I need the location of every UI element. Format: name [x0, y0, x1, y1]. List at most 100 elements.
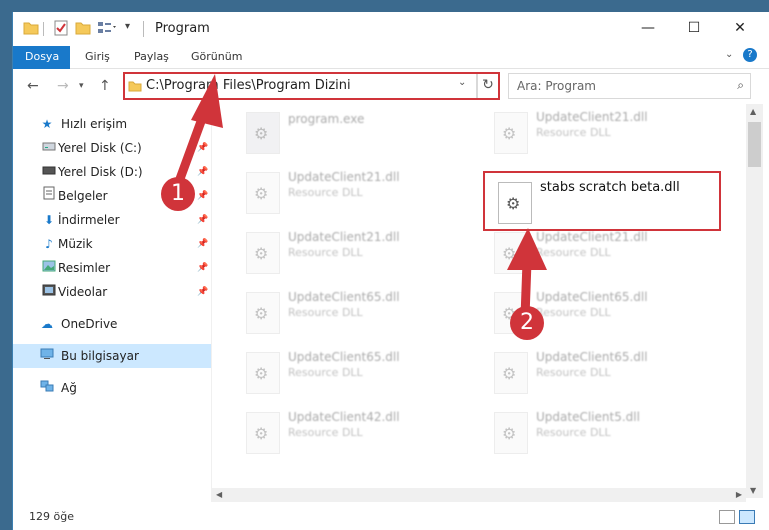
nav-label: Ağ: [61, 381, 77, 395]
nav-this-pc[interactable]: Bu bilgisayar: [13, 344, 211, 368]
scroll-right-icon[interactable]: ▶: [736, 490, 742, 499]
ribbon-tabs: Dosya Giriş Paylaş Görünüm ⌄ ?: [13, 46, 769, 98]
file-item[interactable]: program.exe: [242, 106, 472, 158]
address-row: ← → ▾ ↑ C:\Program Files\Program Dizini …: [13, 69, 769, 103]
nav-label: Müzik: [58, 237, 93, 251]
file-name: UpdateClient42.dll: [288, 410, 400, 424]
horizontal-scrollbar[interactable]: ◀ ▶: [212, 488, 746, 502]
back-icon[interactable]: ←: [27, 78, 39, 94]
file-name: UpdateClient21.dll: [288, 230, 400, 244]
nav-item-music[interactable]: ♪ Müzik 📌: [13, 232, 211, 256]
details-view-icon[interactable]: [719, 510, 735, 524]
nav-label: Videolar: [58, 285, 108, 299]
file-type: Resource DLL: [288, 426, 363, 439]
pin-icon: 📌: [197, 215, 209, 225]
file-type: Resource DLL: [536, 306, 611, 319]
search-input[interactable]: Ara: Program: [517, 79, 596, 93]
nav-label: Hızlı erişim: [61, 117, 128, 131]
folder-icon: [23, 20, 39, 38]
exe-icon: [246, 112, 280, 154]
search-box[interactable]: Ara: Program ⌕: [508, 73, 751, 99]
file-name: UpdateClient5.dll: [536, 410, 640, 424]
properties-icon[interactable]: [53, 20, 69, 38]
dll-icon: [494, 352, 528, 394]
file-item[interactable]: UpdateClient65.dll Resource DLL: [242, 346, 472, 398]
file-item[interactable]: UpdateClient5.dll Resource DLL: [490, 406, 720, 458]
file-type: Resource DLL: [288, 306, 363, 319]
file-item[interactable]: UpdateClient21.dll Resource DLL: [490, 106, 720, 158]
scroll-up-icon[interactable]: ▲: [750, 107, 756, 116]
dll-icon: [246, 232, 280, 274]
view-options-icon[interactable]: [97, 20, 119, 38]
file-item[interactable]: UpdateClient21.dll Resource DLL: [242, 166, 472, 218]
pin-icon: 📌: [197, 287, 209, 297]
file-item[interactable]: UpdateClient42.dll Resource DLL: [242, 406, 472, 458]
drive-icon: [41, 160, 57, 184]
dll-icon: [246, 292, 280, 334]
dll-icon: [494, 412, 528, 454]
cloud-icon: ☁: [41, 317, 53, 331]
chevron-down-icon[interactable]: ⌄: [725, 49, 733, 60]
help-icon[interactable]: ?: [743, 48, 757, 62]
maximize-button[interactable]: ☐: [671, 12, 717, 46]
file-item[interactable]: UpdateClient21.dll Resource DLL: [490, 226, 720, 278]
up-icon[interactable]: ↑: [99, 78, 111, 94]
file-item[interactable]: UpdateClient65.dll Resource DLL: [242, 286, 472, 338]
nav-network[interactable]: Ağ: [13, 376, 211, 400]
minimize-button[interactable]: —: [625, 12, 671, 46]
file-type: Resource DLL: [536, 126, 611, 139]
close-button[interactable]: ✕: [717, 12, 763, 46]
nav-quick-access[interactable]: ★ Hızlı erişim: [13, 112, 211, 136]
dll-icon: [494, 232, 528, 274]
nav-label: OneDrive: [61, 317, 118, 331]
vertical-scrollbar[interactable]: ▲ ▼: [746, 104, 763, 498]
nav-onedrive[interactable]: ☁ OneDrive: [13, 312, 211, 336]
scroll-thumb[interactable]: [748, 122, 761, 167]
nav-item-videos[interactable]: Videolar 📌: [13, 280, 211, 304]
documents-icon: [41, 184, 57, 208]
network-icon: [39, 376, 55, 400]
tab-home[interactable]: Giriş: [73, 46, 122, 68]
file-item[interactable]: UpdateClient65.dll Resource DLL: [490, 346, 720, 398]
forward-icon[interactable]: →: [57, 78, 69, 94]
new-folder-icon[interactable]: [75, 20, 91, 38]
file-name: UpdateClient65.dll: [536, 290, 648, 304]
nav-label: Resimler: [58, 261, 111, 275]
dll-icon: [246, 412, 280, 454]
search-icon: ⌕: [737, 78, 744, 92]
dll-icon: [494, 112, 528, 154]
nav-label: Belgeler: [58, 189, 108, 203]
tab-view[interactable]: Görünüm: [179, 46, 254, 68]
nav-label: Yerel Disk (C:): [58, 141, 142, 155]
pictures-icon: [41, 256, 57, 280]
status-bar: 129 öğe: [13, 502, 769, 530]
file-item[interactable]: UpdateClient21.dll Resource DLL: [242, 226, 472, 278]
window-title: Program: [155, 21, 210, 36]
large-icons-view-icon[interactable]: [739, 510, 755, 524]
pin-icon: 📌: [197, 167, 209, 177]
nav-item-disk-c[interactable]: Yerel Disk (C:) 📌: [13, 136, 211, 160]
qa-separator: [43, 22, 44, 36]
nav-label: İndirmeler: [58, 213, 120, 227]
pin-icon: 📌: [197, 263, 209, 273]
step-badge-2: 2: [510, 306, 544, 340]
customize-toolbar-icon[interactable]: ▾: [125, 21, 130, 39]
dll-icon: [246, 172, 280, 214]
address-highlight: [123, 72, 500, 100]
downloads-icon: ⬇: [43, 213, 55, 227]
nav-item-downloads[interactable]: ⬇ İndirmeler 📌: [13, 208, 211, 232]
file-name: UpdateClient21.dll: [288, 170, 400, 184]
pin-icon: 📌: [197, 143, 209, 153]
pin-icon: 📌: [197, 191, 209, 201]
file-name: UpdateClient21.dll: [536, 230, 648, 244]
file-highlight: [483, 171, 721, 231]
tab-share[interactable]: Paylaş: [122, 46, 181, 68]
recent-locations-icon[interactable]: ▾: [79, 81, 84, 91]
nav-item-pictures[interactable]: Resimler 📌: [13, 256, 211, 280]
scroll-down-icon[interactable]: ▼: [750, 486, 756, 495]
file-type: Resource DLL: [536, 426, 611, 439]
file-name: UpdateClient65.dll: [288, 350, 400, 364]
file-type: Resource DLL: [288, 186, 363, 199]
pin-icon: 📌: [197, 239, 209, 249]
scroll-left-icon[interactable]: ◀: [216, 490, 222, 499]
